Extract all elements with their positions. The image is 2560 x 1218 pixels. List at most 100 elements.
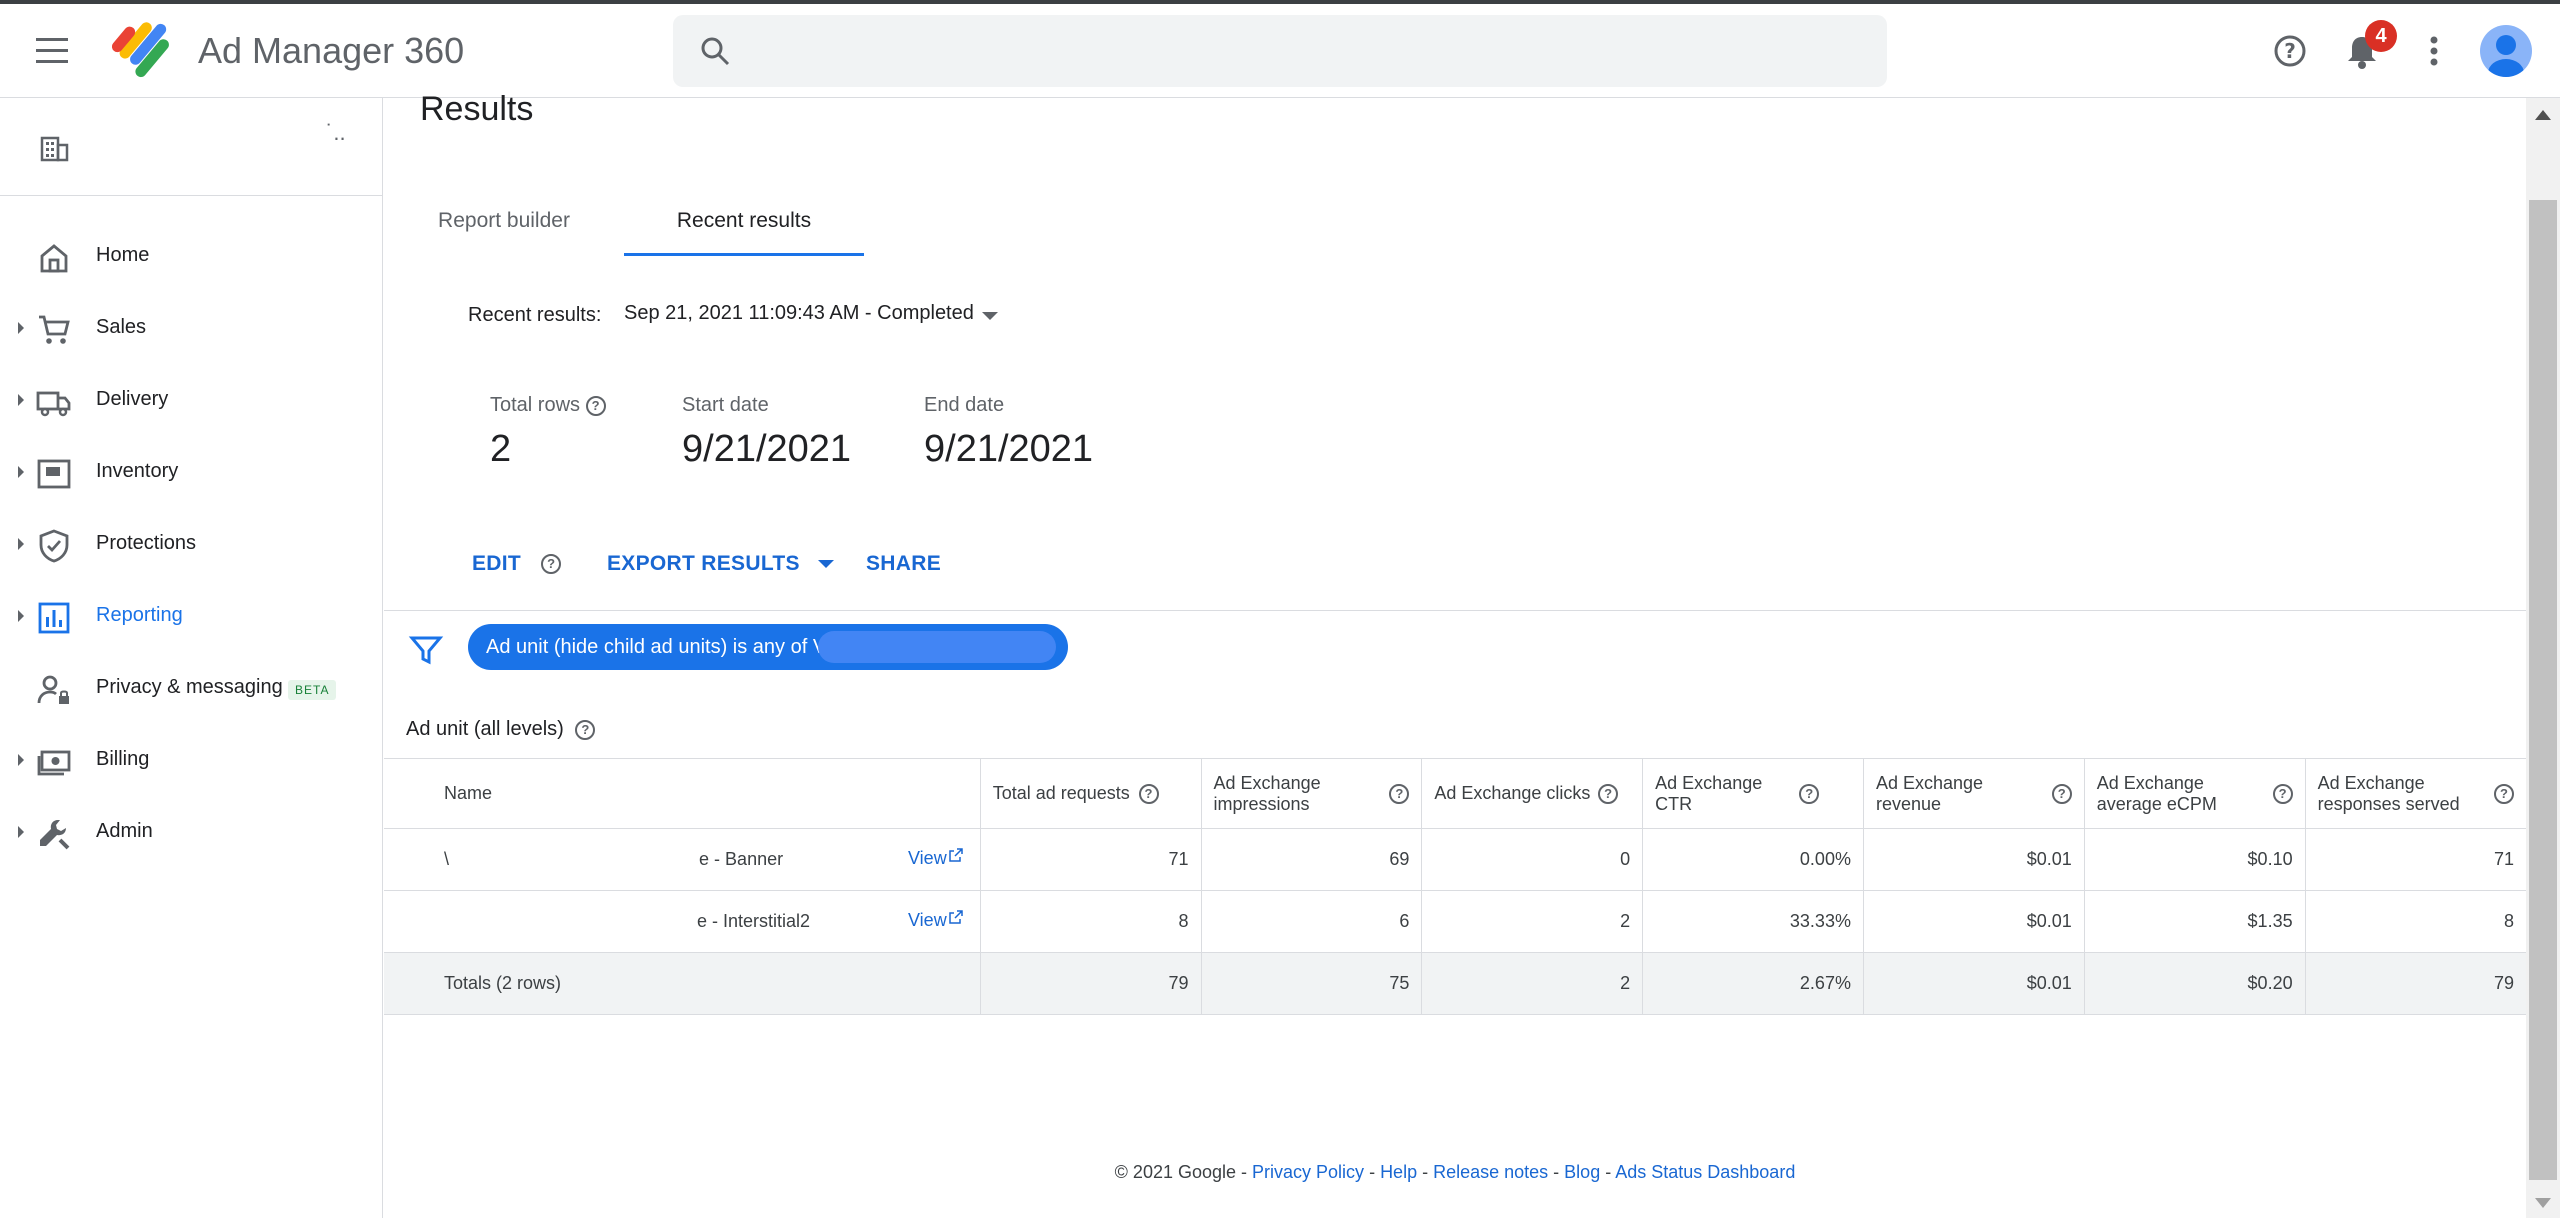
export-results-label: EXPORT RESULTS [607, 552, 800, 575]
help-icon[interactable]: ? [575, 719, 596, 740]
redacted-value [818, 631, 1056, 663]
total-adx-revenue: $0.01 [1863, 952, 2085, 1015]
scroll-up-arrow-icon[interactable] [2535, 110, 2551, 120]
scrollbar-thumb[interactable] [2529, 200, 2557, 1180]
more-vert-icon[interactable] [2410, 27, 2458, 75]
footer-link-privacy-policy[interactable]: Privacy Policy [1252, 1162, 1364, 1182]
export-results-button[interactable]: EXPORT RESULTS [607, 552, 834, 576]
dimension-label-text: Ad unit (all levels) [406, 718, 564, 740]
sidebar-item-reporting[interactable]: Reporting [0, 582, 383, 652]
cell-adx-responses: 8 [2305, 890, 2526, 953]
expand-caret-icon[interactable] [18, 538, 24, 550]
network-selector[interactable]: ˙.. [0, 98, 383, 196]
sidebar-item-inventory[interactable]: Inventory [0, 438, 383, 508]
sidebar-item-label: Inventory [96, 460, 179, 482]
edit-button-label: EDIT [472, 552, 522, 575]
row-name-prefix: \ [444, 849, 450, 869]
expand-caret-icon[interactable] [18, 754, 24, 766]
column-header-name[interactable]: Name [384, 758, 981, 829]
total-rows-value: 2 [490, 428, 512, 470]
column-header-adx-clicks[interactable]: Ad Exchange clicks? [1421, 758, 1644, 829]
footer-link-help[interactable]: Help [1380, 1162, 1417, 1182]
total-adx-responses: 79 [2305, 952, 2526, 1015]
column-header-adx-ctr[interactable]: Ad Exchange CTR? [1642, 758, 1864, 829]
table-row: e - Interstitial2 View 8 6 2 33.33% $0.0… [384, 890, 2526, 953]
expand-caret-icon[interactable] [18, 466, 24, 478]
search-input[interactable] [753, 25, 1863, 77]
column-header-label: Name [444, 783, 493, 803]
sidebar-item-billing[interactable]: Billing [0, 726, 383, 796]
hamburger-menu-icon[interactable] [34, 34, 74, 68]
account-avatar[interactable] [2480, 25, 2532, 77]
sidebar-item-home[interactable]: Home [0, 222, 383, 292]
billing-icon [37, 750, 71, 776]
help-icon[interactable]: ? [2051, 783, 2072, 804]
network-more-icon[interactable]: ˙.. [326, 120, 346, 146]
building-icon [40, 136, 69, 162]
help-icon[interactable]: ? [2272, 783, 2293, 804]
help-icon[interactable]: ? [1389, 783, 1410, 804]
cell-adx-ecpm: $0.10 [2084, 828, 2306, 891]
cell-adx-ctr: 0.00% [1642, 828, 1864, 891]
total-ad-requests: 79 [980, 952, 1202, 1015]
column-header-adx-revenue[interactable]: Ad Exchange revenue? [1863, 758, 2085, 829]
totals-row: Totals (2 rows) 79 75 2 2.67% $0.01 $0.2… [384, 952, 2526, 1015]
row-name-text: e - Interstitial2 [697, 911, 811, 931]
help-icon[interactable]: ? [2494, 783, 2514, 804]
totals-label-cell: Totals (2 rows) [384, 952, 981, 1015]
column-header-adx-responses[interactable]: Ad Exchange responses served? [2305, 758, 2526, 829]
filter-chip[interactable]: Ad unit (hide child ad units) is any of … [468, 624, 1068, 670]
tab-report-builder[interactable]: Report builder [384, 196, 624, 256]
row-name-text: e - Banner [699, 849, 784, 869]
expand-caret-icon[interactable] [18, 394, 24, 406]
main-content: Results Report builder Recent results Re… [384, 90, 2526, 1218]
view-link[interactable]: View [908, 848, 963, 869]
scroll-down-arrow-icon[interactable] [2535, 1198, 2551, 1208]
beta-badge: BETA [288, 680, 337, 700]
cell-adx-ctr: 33.33% [1642, 890, 1864, 953]
help-icon[interactable]: ? [2266, 27, 2314, 75]
help-icon[interactable]: ? [541, 554, 562, 575]
column-header-label: Ad Exchange CTR [1655, 772, 1763, 814]
search-icon [701, 37, 730, 66]
sidebar-item-label: Billing [96, 748, 150, 770]
ad-manager-logo-icon [112, 22, 169, 78]
column-header-adx-ecpm[interactable]: Ad Exchange average eCPM? [2084, 758, 2306, 829]
column-header-label: Ad Exchange revenue [1875, 772, 1984, 814]
recent-results-dropdown[interactable]: Sep 21, 2021 11:09:43 AM - Completed [624, 302, 1004, 334]
help-icon[interactable]: ? [1598, 783, 1619, 804]
app-title: Ad Manager 360 [198, 30, 465, 71]
shield-icon [39, 529, 69, 563]
sidebar-item-admin[interactable]: Admin [0, 798, 383, 868]
tab-recent-results[interactable]: Recent results [624, 196, 864, 256]
cell-adx-impressions: 69 [1201, 828, 1423, 891]
svg-text:?: ? [2284, 39, 2296, 63]
expand-caret-icon[interactable] [18, 826, 24, 838]
footer-link-release-notes[interactable]: Release notes [1433, 1162, 1548, 1182]
help-icon[interactable]: ? [1799, 783, 1819, 804]
share-button[interactable]: SHARE [866, 552, 941, 576]
filter-icon[interactable] [408, 632, 444, 668]
help-icon[interactable]: ? [585, 395, 606, 416]
page-title: Results [420, 90, 534, 128]
footer-link-ads-status-dashboard[interactable]: Ads Status Dashboard [1615, 1162, 1795, 1182]
notification-count-badge: 4 [2365, 20, 2397, 52]
sidebar-item-delivery[interactable]: Delivery [0, 366, 383, 436]
sidebar-item-label: Admin [96, 820, 153, 842]
edit-button[interactable]: EDIT ? [472, 552, 562, 576]
sidebar-item-privacy-messaging[interactable]: Privacy & messaging BETA [0, 654, 383, 724]
column-header-total-ad-requests[interactable]: Total ad requests? [980, 758, 1202, 829]
view-link[interactable]: View [908, 910, 963, 931]
sidebar-item-sales[interactable]: Sales [0, 294, 383, 364]
results-table: Name Total ad requests? Ad Exchange impr… [384, 758, 2526, 1015]
footer-link-blog[interactable]: Blog [1564, 1162, 1600, 1182]
cell-adx-responses: 71 [2305, 828, 2526, 891]
search-bar[interactable] [673, 15, 1887, 87]
total-adx-ecpm: $0.20 [2084, 952, 2306, 1015]
column-header-adx-impressions[interactable]: Ad Exchange impressions? [1201, 758, 1423, 829]
total-adx-impressions: 75 [1201, 952, 1423, 1015]
help-icon[interactable]: ? [1138, 783, 1159, 804]
expand-caret-icon[interactable] [18, 322, 24, 334]
expand-caret-icon[interactable] [18, 610, 24, 622]
sidebar-item-protections[interactable]: Protections [0, 510, 383, 580]
